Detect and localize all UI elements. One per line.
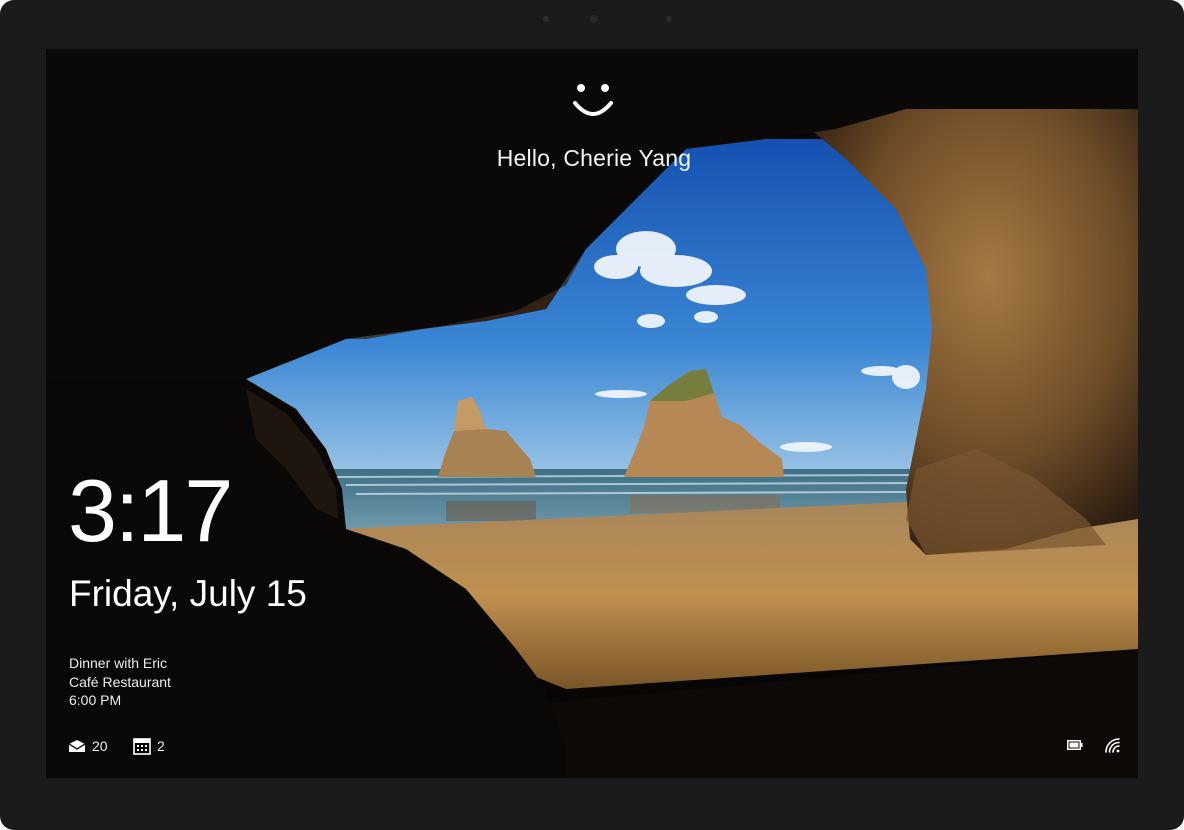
sensor-dot [666,16,672,22]
sensor-dot [543,16,549,22]
event-time: 6:00 PM [69,692,122,708]
lock-screen[interactable]: Hello, Cherie Yang 3:17 Friday, July 15 … [46,49,1138,778]
front-camera [590,15,598,23]
wifi-icon [1105,738,1120,753]
mail-icon [68,740,86,752]
lock-screen-time: 3:17 [68,461,233,560]
calendar-badge: 2 [133,736,165,756]
battery-icon [1067,740,1083,750]
calendar-event: Dinner with Eric Café Restaurant 6:00 PM [69,654,171,710]
lock-screen-overlay: Hello, Cherie Yang 3:17 Friday, July 15 … [46,49,1138,778]
calendar-count: 2 [157,738,165,754]
event-location: Café Restaurant [69,673,171,690]
mail-count: 20 [92,738,108,754]
lock-screen-date: Friday, July 15 [69,573,307,614]
tablet-device: Hello, Cherie Yang 3:17 Friday, July 15 … [0,0,1184,830]
user-greeting: Hello, Cherie Yang [496,145,692,171]
calendar-icon [133,738,151,755]
windows-hello-face-icon [573,84,613,116]
mail-badge: 20 [68,736,108,756]
event-title: Dinner with Eric [69,655,168,671]
